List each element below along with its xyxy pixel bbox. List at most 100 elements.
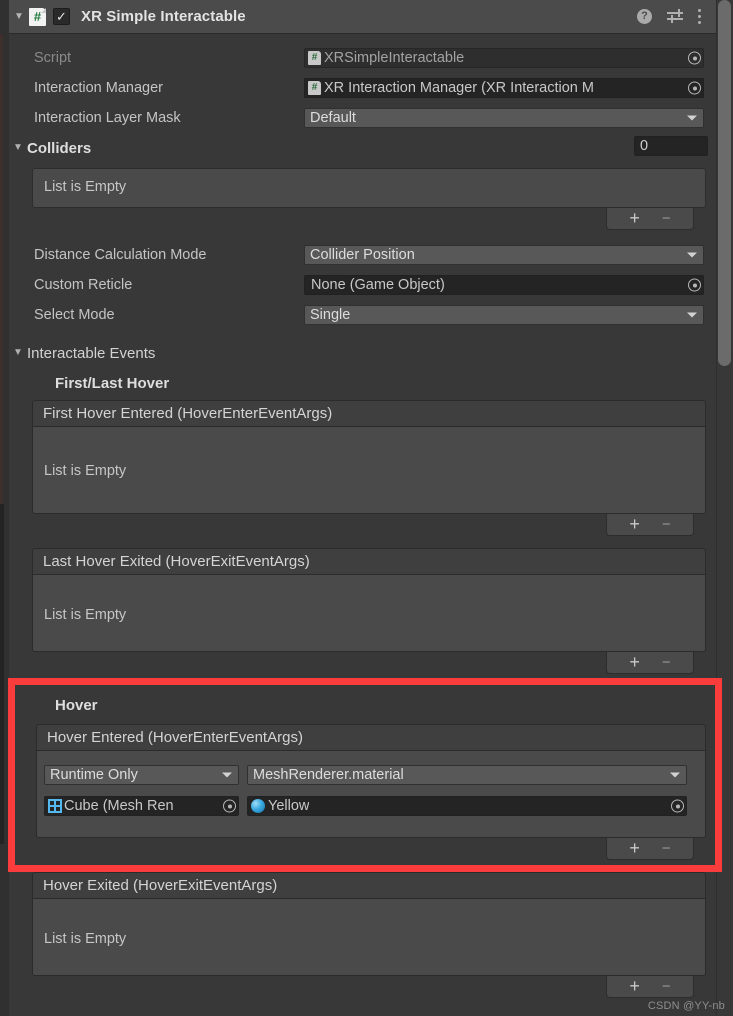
material-sphere-icon: [251, 799, 265, 813]
hover-entered-add-remove-bar: + −: [606, 838, 694, 860]
script-field[interactable]: # XRSimpleInteractable: [304, 48, 704, 68]
colliders-count-field[interactable]: 0: [634, 136, 708, 156]
interaction-layer-mask-label: Interaction Layer Mask: [34, 110, 181, 126]
hover-entered-call-state-value: Runtime Only: [50, 767, 138, 783]
hover-entered-header: Hover Entered (HoverEnterEventArgs): [36, 724, 706, 750]
colliders-label: Colliders: [27, 139, 92, 157]
chevron-down-icon: [687, 252, 697, 258]
interaction-manager-mini-icon: #: [308, 81, 321, 95]
preset-icon[interactable]: [667, 8, 683, 25]
custom-reticle-field[interactable]: None (Game Object): [304, 275, 704, 295]
chevron-down-icon: [670, 772, 680, 778]
inspector-scrollbar-track[interactable]: [716, 0, 733, 1016]
select-mode-value: Single: [310, 307, 351, 323]
hover-entered-add-button[interactable]: +: [629, 839, 640, 857]
interaction-layer-mask-dropdown[interactable]: Default: [304, 108, 704, 128]
distance-calculation-mode-label: Distance Calculation Mode: [34, 247, 207, 263]
hover-entered-remove-button[interactable]: −: [662, 841, 671, 856]
distance-calculation-mode-dropdown[interactable]: Collider Position: [304, 245, 704, 265]
colliders-remove-button[interactable]: −: [662, 211, 671, 226]
colliders-add-remove-bar: + −: [606, 208, 694, 230]
first-hover-entered-add-button[interactable]: +: [629, 515, 640, 533]
interactable-events-foldout-arrow[interactable]: ▼: [9, 348, 27, 358]
colliders-add-button[interactable]: +: [629, 209, 640, 227]
hover-entered-target-object-value: Cube (Mesh Ren: [64, 798, 174, 814]
left-gutter-accent-lower: [0, 504, 4, 844]
help-icon[interactable]: ?: [637, 9, 652, 24]
row-distance-calculation-mode: Distance Calculation Mode Collider Posit…: [9, 244, 716, 266]
row-script: Script # XRSimpleInteractable: [9, 47, 716, 69]
custom-reticle-value: None (Game Object): [311, 277, 445, 293]
colliders-foldout[interactable]: ▼ Colliders: [9, 137, 91, 159]
row-interaction-manager: Interaction Manager # XR Interaction Man…: [9, 77, 716, 99]
hover-exited-header: Hover Exited (HoverExitEventArgs): [32, 872, 706, 898]
hover-exited-title: Hover Exited (HoverExitEventArgs): [43, 877, 278, 894]
hover-entered-target-object-picker-icon[interactable]: [223, 799, 236, 813]
interaction-manager-label: Interaction Manager: [34, 80, 163, 96]
interaction-manager-field[interactable]: # XR Interaction Manager (XR Interaction…: [304, 78, 704, 98]
unity-inspector-panel: ▼ # ✓ XR Simple Interactable ? Script # …: [0, 0, 733, 1016]
hover-exited-add-button[interactable]: +: [629, 977, 640, 995]
hover-entered-listener-row-2: Cube (Mesh Ren Yellow: [44, 796, 687, 816]
select-mode-dropdown[interactable]: Single: [304, 305, 704, 325]
interactable-events-label: Interactable Events: [27, 344, 156, 362]
script-value: XRSimpleInteractable: [324, 50, 465, 66]
interaction-layer-mask-value: Default: [310, 110, 356, 126]
first-hover-entered-header: First Hover Entered (HoverEnterEventArgs…: [32, 400, 706, 426]
component-enabled-checkbox[interactable]: ✓: [53, 8, 70, 25]
chevron-down-icon: [222, 772, 232, 778]
component-header[interactable]: ▼ # ✓ XR Simple Interactable ?: [9, 0, 716, 34]
left-gutter-accent: [0, 34, 3, 504]
hover-group-label: Hover: [55, 696, 98, 714]
component-foldout-arrow[interactable]: ▼: [9, 11, 29, 22]
hover-entered-body: Runtime Only MeshRenderer.material Cube …: [36, 750, 706, 838]
last-hover-exited-add-button[interactable]: +: [629, 653, 640, 671]
header-icon-group: ?: [637, 8, 716, 25]
interaction-manager-object-picker-icon[interactable]: [688, 81, 701, 95]
hover-exited-add-remove-bar: + −: [606, 976, 694, 998]
mesh-renderer-icon: [48, 799, 62, 813]
last-hover-exited-add-remove-bar: + −: [606, 652, 694, 674]
script-object-picker-icon[interactable]: [688, 51, 701, 65]
hover-entered-argument-field[interactable]: Yellow: [247, 796, 687, 816]
last-hover-exited-title: Last Hover Exited (HoverExitEventArgs): [43, 553, 310, 570]
hover-exited-remove-button[interactable]: −: [662, 979, 671, 994]
script-file-icon: #: [29, 7, 46, 26]
hover-entered-method-value: MeshRenderer.material: [253, 767, 404, 783]
last-hover-exited-header: Last Hover Exited (HoverExitEventArgs): [32, 548, 706, 574]
hover-entered-listener-row-1: Runtime Only MeshRenderer.material: [44, 765, 687, 785]
hover-exited-empty-text: List is Empty: [44, 931, 127, 947]
row-select-mode: Select Mode Single: [9, 304, 716, 326]
colliders-foldout-arrow[interactable]: ▼: [9, 143, 27, 153]
first-hover-entered-add-remove-bar: + −: [606, 514, 694, 536]
chevron-down-icon: [687, 312, 697, 318]
interaction-manager-value: XR Interaction Manager (XR Interaction M: [324, 80, 594, 96]
kebab-menu-icon[interactable]: [698, 9, 702, 24]
hover-entered-target-object-field[interactable]: Cube (Mesh Ren: [44, 796, 239, 816]
interactable-events-foldout[interactable]: ▼ Interactable Events: [9, 342, 155, 364]
hover-entered-argument-value: Yellow: [268, 798, 310, 814]
group-first-last-hover: First/Last Hover: [55, 372, 169, 394]
hover-entered-title: Hover Entered (HoverEnterEventArgs): [47, 729, 303, 746]
colliders-list-box: List is Empty: [32, 168, 706, 208]
group-hover: Hover: [55, 694, 98, 716]
last-hover-exited-remove-button[interactable]: −: [662, 655, 671, 670]
first-hover-entered-title: First Hover Entered (HoverEnterEventArgs…: [43, 405, 333, 422]
colliders-empty-text: List is Empty: [44, 179, 127, 195]
hover-entered-method-dropdown[interactable]: MeshRenderer.material: [247, 765, 687, 785]
watermark: CSDN @YY-nb: [647, 1000, 725, 1012]
last-hover-exited-empty-text: List is Empty: [44, 607, 127, 623]
colliders-count-value: 0: [640, 138, 649, 154]
hover-entered-argument-object-picker-icon[interactable]: [671, 799, 684, 813]
custom-reticle-object-picker-icon[interactable]: [688, 278, 701, 292]
inspector-scrollbar-thumb[interactable]: [718, 0, 731, 366]
hover-entered-call-state-dropdown[interactable]: Runtime Only: [44, 765, 239, 785]
last-hover-exited-body: List is Empty: [32, 574, 706, 652]
distance-calculation-mode-value: Collider Position: [310, 247, 415, 263]
row-custom-reticle: Custom Reticle None (Game Object): [9, 274, 716, 296]
first-hover-entered-empty-text: List is Empty: [44, 463, 127, 479]
hover-exited-body: List is Empty: [32, 898, 706, 976]
custom-reticle-label: Custom Reticle: [34, 277, 133, 293]
first-hover-entered-remove-button[interactable]: −: [662, 517, 671, 532]
component-title: XR Simple Interactable: [81, 8, 246, 25]
